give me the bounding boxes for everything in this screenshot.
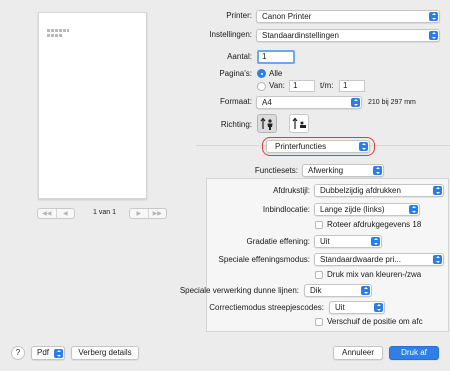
pages-to-label: t/m: [320, 81, 334, 90]
copies-label: Aantal: [227, 52, 252, 61]
popup-arrows-icon [429, 12, 438, 21]
shift-checkbox[interactable] [315, 318, 323, 326]
section-value: Printerfuncties [275, 142, 327, 151]
pages-label: Pagina's: [219, 69, 252, 78]
pages-range-radio[interactable] [257, 82, 266, 91]
popup-arrows-icon [374, 303, 383, 312]
preview-prev-buttons[interactable]: ◀◀ ◀ [37, 208, 75, 219]
preview-next-buttons[interactable]: ▶ ▶▶ [129, 208, 167, 219]
popup-arrows-icon [429, 31, 438, 40]
copies-value: 1 [262, 52, 267, 61]
gradation-label: Gradatie effening: [246, 237, 310, 246]
settings-popup[interactable]: Standaardinstellingen [256, 29, 440, 42]
printer-value: Canon Printer [262, 12, 312, 21]
popup-arrows-icon [433, 255, 442, 264]
popup-arrows-icon [373, 166, 382, 175]
paper-size-label: Formaat: [219, 97, 252, 106]
popup-arrows-icon [351, 98, 360, 107]
pages-from-value: 1 [293, 81, 298, 90]
thin-lines-label: Speciale verwerking dunne lijnen: [179, 286, 299, 295]
help-button[interactable]: ? [11, 346, 25, 360]
thin-lines-popup[interactable]: Dik [304, 284, 372, 297]
color-mix-checkbox[interactable] [315, 271, 323, 279]
print-style-popup[interactable]: Dubbelzijdig afdrukken [314, 184, 444, 197]
feature-sets-popup[interactable]: Afwerking [302, 164, 384, 177]
color-mix-label: Druk mix van kleuren-/zwa [327, 270, 422, 279]
preview-text-line [47, 34, 62, 37]
prev-page-icon[interactable]: ◀ [55, 209, 75, 218]
binding-value: Lange zijde (links) [320, 205, 385, 214]
pdf-label: Pdf [37, 348, 50, 357]
settings-label: Instellingen: [209, 30, 252, 39]
thin-lines-value: Dik [310, 286, 322, 295]
shift-label: Verschuif de positie om afc [327, 317, 423, 326]
gradation-popup[interactable]: Uit [314, 235, 382, 248]
pages-to-field[interactable]: 1 [339, 80, 365, 92]
popup-arrows-icon [433, 186, 442, 195]
pages-to-value: 1 [343, 81, 348, 90]
paper-size-value: A4 [262, 98, 272, 107]
binding-popup[interactable]: Lange zijde (links) [314, 203, 420, 216]
barcode-label: Correctiemodus streepjescodes: [209, 303, 324, 312]
popup-arrows-icon [361, 286, 370, 295]
first-page-icon[interactable]: ◀◀ [38, 209, 56, 218]
hide-details-button[interactable]: Verberg details [71, 346, 139, 360]
portrait-icon [260, 117, 273, 130]
preview-text-line [47, 29, 69, 32]
print-preview-page [38, 12, 147, 199]
binding-label: Inbindlocatie: [262, 205, 310, 214]
rotate-label: Roteer afdrukgegevens 18 [327, 220, 422, 229]
paper-dimensions: 210 bij 297 mm [368, 99, 416, 106]
cancel-button[interactable]: Annuleer [333, 346, 383, 360]
smoothing-popup[interactable]: Standaardwaarde pri... [314, 253, 444, 266]
pages-from-field[interactable]: 1 [289, 80, 315, 92]
orientation-portrait-button[interactable] [257, 114, 277, 133]
barcode-popup[interactable]: Uit [329, 301, 385, 314]
popup-arrows-icon [409, 205, 418, 214]
orientation-landscape-button[interactable] [289, 114, 309, 133]
next-page-icon[interactable]: ▶ [130, 209, 148, 218]
print-style-value: Dubbelzijdig afdrukken [320, 186, 401, 195]
landscape-icon [292, 117, 306, 129]
settings-value: Standaardinstellingen [262, 31, 339, 40]
feature-sets-value: Afwerking [308, 166, 344, 175]
pages-all-radio[interactable] [257, 69, 266, 78]
preview-page-label: 1 van 1 [93, 209, 116, 216]
pages-all-label: Alle [269, 69, 283, 78]
barcode-value: Uit [335, 303, 345, 312]
gradation-value: Uit [320, 237, 330, 246]
smoothing-label: Speciale effeningsmodus: [218, 255, 310, 264]
paper-size-popup[interactable]: A4 [256, 96, 362, 109]
pdf-menu-button[interactable]: Pdf [31, 346, 65, 360]
chevron-down-icon [54, 348, 63, 358]
feature-sets-label: Functiesets: [254, 166, 298, 175]
smoothing-value: Standaardwaarde pri... [320, 255, 401, 264]
printer-popup[interactable]: Canon Printer [256, 10, 440, 23]
print-button[interactable]: Druk af [389, 346, 439, 360]
printer-label: Printer: [226, 11, 252, 20]
copies-field[interactable]: 1 [257, 50, 295, 64]
print-style-label: Afdrukstijl: [273, 186, 310, 195]
last-page-icon[interactable]: ▶▶ [147, 209, 167, 218]
orientation-label: Richting: [220, 120, 252, 129]
popup-arrows-icon [371, 237, 380, 246]
rotate-checkbox[interactable] [315, 221, 323, 229]
section-popup[interactable]: Printerfuncties [266, 140, 370, 153]
popup-arrows-icon [359, 142, 368, 151]
pages-from-label: Van: [269, 81, 285, 90]
